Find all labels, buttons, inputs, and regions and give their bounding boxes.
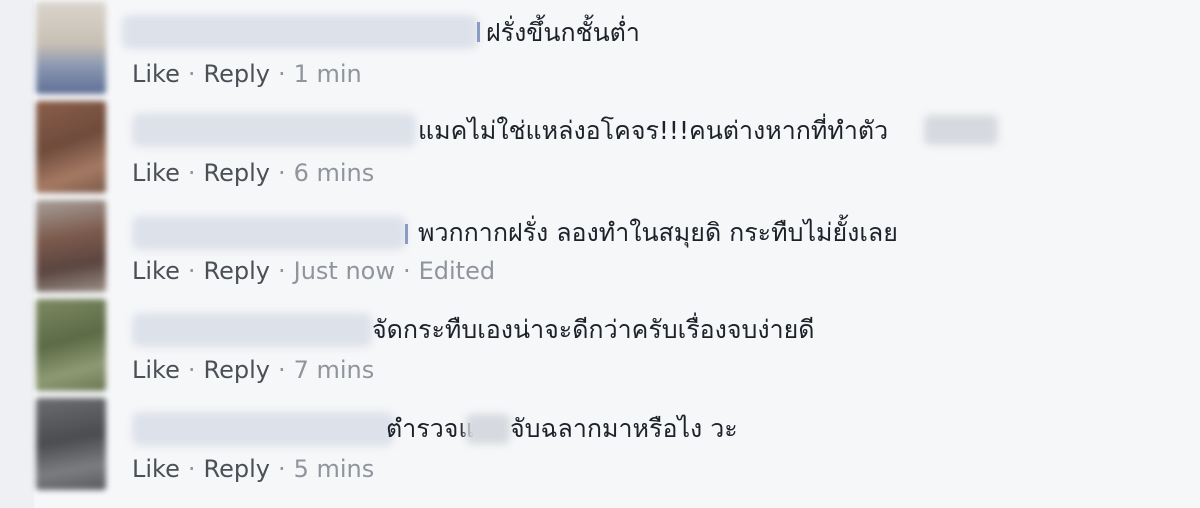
comment-text: จัดกระทืบเองน่าจะดีกว่าครับเรื่องจบง่ายด…	[372, 315, 815, 344]
like-link[interactable]: Like	[132, 455, 180, 483]
reply-link[interactable]: Reply	[204, 257, 270, 285]
separator: ·	[277, 60, 286, 88]
comment-text: แมคไม่ใช่แหล่งอโคจร!!!คนต่างหากที่ทำตัว	[418, 116, 889, 145]
author-name-redacted[interactable]	[132, 113, 416, 147]
separator: ·	[187, 159, 196, 187]
reply-link[interactable]: Reply	[204, 356, 270, 384]
author-name-redacted[interactable]	[132, 216, 406, 250]
comment-timestamp[interactable]: Just now	[294, 257, 395, 285]
separator: ·	[187, 257, 196, 285]
author-name-redacted[interactable]	[122, 15, 478, 49]
comment-timestamp[interactable]: 1 min	[294, 60, 362, 88]
redacted-text	[924, 115, 998, 145]
comment-text: ฝรั่งขึ้นกชั้นต่ำ	[486, 18, 640, 47]
avatar[interactable]	[36, 2, 106, 94]
like-link[interactable]: Like	[132, 159, 180, 187]
comment-actions: Like · Reply · 1 min	[132, 59, 362, 89]
comment-timestamp[interactable]: 7 mins	[294, 356, 375, 384]
avatar[interactable]	[36, 398, 106, 490]
reply-link[interactable]: Reply	[204, 60, 270, 88]
author-name-redacted[interactable]	[132, 412, 394, 446]
comment-text: พวกกากฝรั่ง ลองทำในสมุยดิ กระทืบไม่ยั้งเ…	[418, 218, 898, 247]
comment-text-continued: จับฉลากมาหรือไง วะ	[510, 414, 738, 443]
comment-item: จัดกระทืบเองน่าจะดีกว่าครับเรื่องจบง่ายด…	[0, 297, 1200, 396]
reply-link[interactable]: Reply	[204, 159, 270, 187]
like-link[interactable]: Like	[132, 356, 180, 384]
comment-actions: Like · Reply · Just now · Edited	[132, 256, 495, 286]
separator: ·	[402, 257, 411, 285]
separator: ·	[277, 159, 286, 187]
separator: ·	[187, 356, 196, 384]
comment-item: ตำรวจแ จับฉลากมาหรือไง วะ Like · Reply · 5 m…	[0, 396, 1200, 495]
separator: ·	[187, 455, 196, 483]
separator: ·	[277, 257, 286, 285]
comment-actions: Like · Reply · 7 mins	[132, 355, 374, 385]
separator: ·	[187, 60, 196, 88]
name-edge	[405, 224, 408, 244]
comment-text: ตำรวจแ	[386, 414, 475, 443]
separator: ·	[277, 356, 286, 384]
comment-item: พวกกากฝรั่ง ลองทำในสมุยดิ กระทืบไม่ยั้งเ…	[0, 198, 1200, 297]
reply-link[interactable]: Reply	[204, 455, 270, 483]
edited-label[interactable]: Edited	[419, 257, 495, 285]
avatar[interactable]	[36, 299, 106, 391]
comment-timestamp[interactable]: 5 mins	[294, 455, 375, 483]
redacted-text	[466, 414, 510, 444]
comment-timestamp[interactable]: 6 mins	[294, 159, 375, 187]
comment-actions: Like · Reply · 5 mins	[132, 454, 374, 484]
name-edge	[477, 22, 480, 42]
comment-item: แมคไม่ใช่แหล่งอโคจร!!!คนต่างหากที่ทำตัว …	[0, 99, 1200, 198]
like-link[interactable]: Like	[132, 257, 180, 285]
comment-actions: Like · Reply · 6 mins	[132, 158, 374, 188]
avatar[interactable]	[36, 101, 106, 193]
author-name-redacted[interactable]	[132, 313, 372, 347]
separator: ·	[277, 455, 286, 483]
like-link[interactable]: Like	[132, 60, 180, 88]
comment-item: ฝรั่งขึ้นกชั้นต่ำ Like · Reply · 1 min	[0, 0, 1200, 99]
avatar[interactable]	[36, 200, 106, 292]
